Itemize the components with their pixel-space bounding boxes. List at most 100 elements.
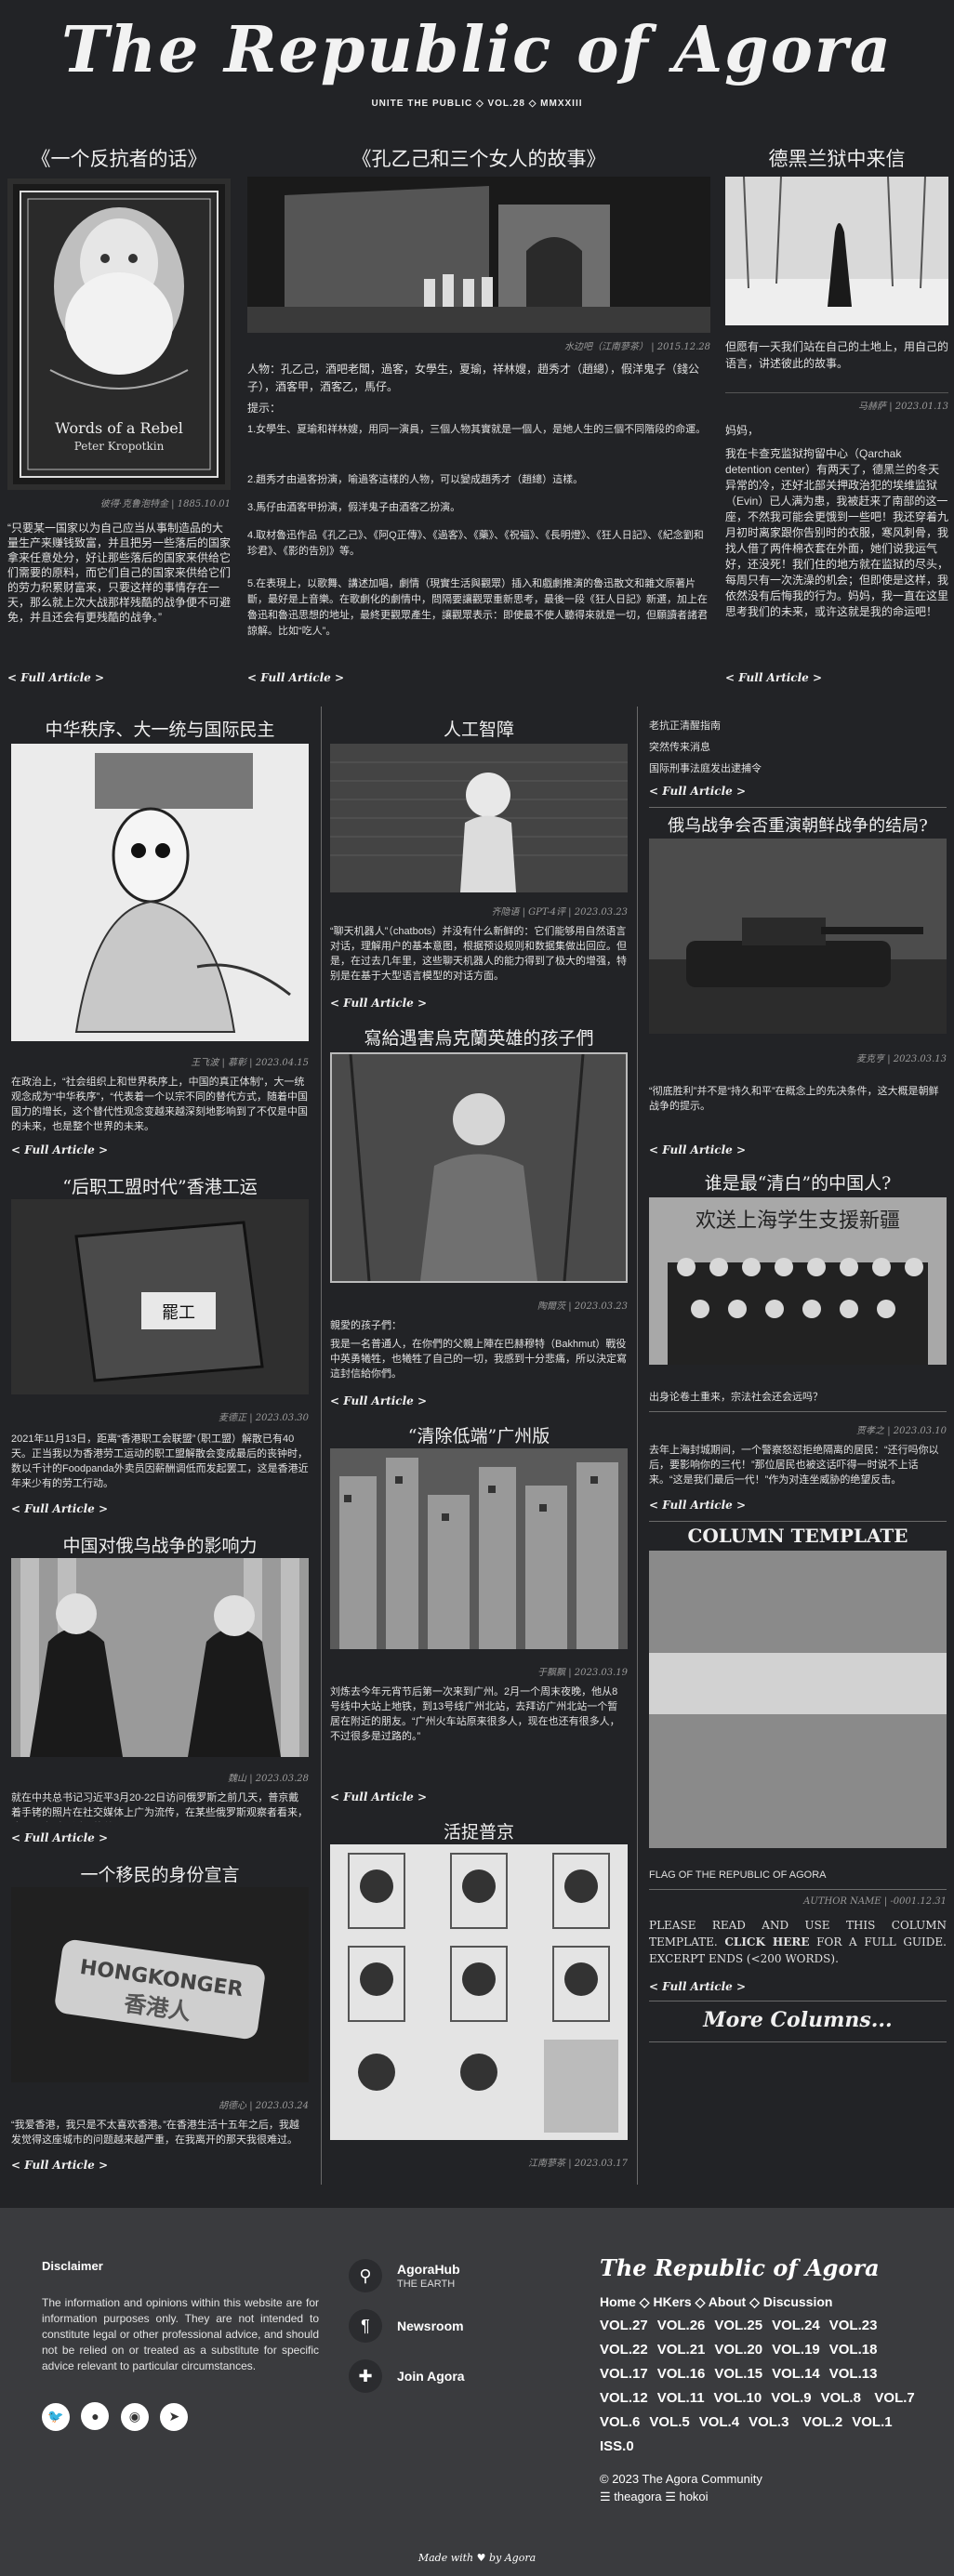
article-image-rebel[interactable]: Words of a Rebel Peter Kropotkin	[7, 178, 231, 490]
full-article-link[interactable]: < Full Article >	[11, 2159, 108, 2172]
puzzle-icon: ✚	[349, 2359, 382, 2393]
volume-link[interactable]: VOL.19	[772, 2338, 820, 2362]
nav-about[interactable]: About	[709, 2294, 746, 2309]
volume-link[interactable]: VOL.20	[714, 2338, 762, 2362]
more-columns-link[interactable]: More Columns...	[649, 2008, 947, 2032]
article-title[interactable]: 一个移民的身份宣言	[11, 1861, 309, 1886]
article-hint-label: 提示：	[247, 402, 282, 415]
nav-home[interactable]: Home	[600, 2294, 636, 2309]
copyright: © 2023 The Agora Community	[600, 2472, 762, 2486]
article-excerpt: “聊天机器人”（chatbots）并没有什么新鲜的：它们能够用自然语言对话，理解…	[330, 926, 627, 982]
telegram-icon[interactable]: ➤	[160, 2402, 189, 2431]
article-title[interactable]: 谁是最“清白”的中国人?	[649, 1169, 947, 1195]
divider	[649, 1521, 947, 1522]
volume-link[interactable]: VOL.18	[829, 2338, 878, 2362]
volume-link[interactable]: ISS.0	[600, 2435, 634, 2459]
article-image-badge[interactable]: HONGKONGER 香港人	[11, 1887, 309, 2082]
volume-link[interactable]: VOL.1	[852, 2411, 892, 2435]
article-image-city[interactable]	[330, 1448, 628, 1649]
volume-link[interactable]: VOL.24	[772, 2314, 820, 2338]
footer-link-agorahub[interactable]: ⚲ AgoraHub THE EARTH	[349, 2259, 572, 2292]
volume-link[interactable]: VOL.3	[749, 2411, 788, 2435]
volume-link[interactable]: VOL.12	[600, 2386, 648, 2411]
article-image-foodpanda[interactable]: 罷工	[11, 1199, 309, 1394]
full-article-link[interactable]: < Full Article >	[649, 785, 746, 798]
volume-link[interactable]: VOL.7	[874, 2386, 914, 2411]
article-title[interactable]: 《孔乙己和三个女人的故事》	[247, 144, 710, 172]
volume-link[interactable]: VOL.23	[829, 2314, 878, 2338]
full-article-link[interactable]: < Full Article >	[330, 1790, 427, 1803]
site-title[interactable]: The Republic of Agora	[0, 11, 954, 89]
volume-link[interactable]: VOL.11	[657, 2386, 705, 2411]
volume-link[interactable]: VOL.15	[714, 2362, 762, 2386]
volume-link[interactable]: VOL.2	[802, 2411, 842, 2435]
article-title[interactable]: 活捉普京	[330, 1818, 628, 1843]
volume-link[interactable]: VOL.10	[714, 2386, 762, 2411]
footer-handles[interactable]: ☰ theagora ☰ hokoi	[600, 2490, 934, 2504]
volume-link[interactable]: VOL.14	[772, 2362, 820, 2386]
article-image-soldier[interactable]	[330, 1052, 628, 1283]
template-guide-link[interactable]: CLICK HERE	[724, 1935, 809, 1949]
full-article-link[interactable]: < Full Article >	[725, 671, 822, 684]
full-article-link[interactable]: < Full Article >	[11, 1143, 108, 1156]
article-image-snow[interactable]	[725, 177, 948, 325]
full-article-link[interactable]: < Full Article >	[247, 671, 344, 684]
footer-link-label: AgoraHub	[397, 2262, 460, 2277]
disclaimer-block: Disclaimer The information and opinions …	[42, 2259, 319, 2431]
article-caption: 贾孝之 | 2023.03.10	[856, 1426, 947, 1436]
volume-link[interactable]: VOL.25	[714, 2314, 762, 2338]
article-title[interactable]: 寫給遇害烏克蘭英雄的孩子們	[330, 1024, 628, 1050]
article-image-group[interactable]: 欢送上海学生支援新疆	[649, 1197, 947, 1365]
volume-link[interactable]: VOL.22	[600, 2338, 648, 2362]
article-title[interactable]: 中华秩序、大一统与国际民主	[11, 716, 309, 741]
full-article-link[interactable]: < Full Article >	[11, 1831, 108, 1844]
article-title[interactable]: “清除低端”广州版	[330, 1422, 628, 1447]
quick-link[interactable]: 突然传来消息	[649, 737, 947, 759]
volume-link[interactable]: VOL.27	[600, 2314, 648, 2338]
volume-link[interactable]: VOL.8	[821, 2386, 861, 2411]
volume-link[interactable]: VOL.9	[771, 2386, 811, 2411]
article-image-stage[interactable]	[247, 177, 710, 333]
template-title[interactable]: COLUMN TEMPLATE	[649, 1525, 947, 1547]
full-article-link[interactable]: < Full Article >	[7, 671, 104, 684]
volume-link[interactable]: VOL.16	[657, 2362, 706, 2386]
full-article-link[interactable]: < Full Article >	[649, 1980, 746, 1993]
volume-link[interactable]: VOL.21	[657, 2338, 706, 2362]
article-image-tank[interactable]	[649, 839, 947, 1034]
full-article-link[interactable]: < Full Article >	[649, 1499, 746, 1512]
volume-link[interactable]: VOL.5	[649, 2411, 689, 2435]
volume-link[interactable]: VOL.4	[699, 2411, 739, 2435]
article-image-toast[interactable]	[11, 1558, 309, 1757]
article-title[interactable]: “后职工盟时代”香港工运	[11, 1173, 309, 1198]
full-article-link[interactable]: < Full Article >	[11, 1502, 108, 1515]
nav-discussion[interactable]: Discussion	[763, 2294, 833, 2309]
reddit-icon[interactable]: ◉	[120, 2402, 149, 2431]
article-image-robot[interactable]	[330, 744, 628, 892]
twitter-icon[interactable]: 🐦	[42, 2402, 70, 2431]
footer-link-join[interactable]: ✚ Join Agora	[349, 2359, 572, 2393]
disclaimer-text: The information and opinions within this…	[42, 2296, 319, 2372]
nav-hkers[interactable]: HKers	[653, 2294, 691, 2309]
full-article-link[interactable]: < Full Article >	[330, 997, 427, 1010]
volume-link[interactable]: VOL.26	[657, 2314, 706, 2338]
volume-link[interactable]: VOL.17	[600, 2362, 648, 2386]
full-article-link[interactable]: < Full Article >	[330, 1394, 427, 1407]
article-title[interactable]: 《一个反抗者的话》	[7, 144, 231, 172]
full-article-link[interactable]: < Full Article >	[649, 1143, 746, 1156]
article-title[interactable]: 人工智障	[330, 716, 628, 741]
article-title[interactable]: 俄乌战争会否重演朝鲜战争的结局?	[649, 812, 947, 837]
article-image-emperor[interactable]	[11, 744, 309, 1041]
footer-link-newsroom[interactable]: ¶ Newsroom	[349, 2309, 572, 2343]
github-icon[interactable]: ●	[81, 2402, 110, 2430]
article-excerpt: 就在中共总书记习近平3月20-22日访问俄罗斯之前几天，普京戴着手铐的照片在社交…	[11, 1792, 308, 1818]
article-image-putin-grid[interactable]	[330, 1844, 628, 2140]
article-title[interactable]: 德黑兰狱中来信	[725, 144, 948, 172]
nav-separator: ◇	[695, 2294, 706, 2309]
quick-link[interactable]: 老抗正清醒指南	[649, 716, 947, 737]
footer-brand[interactable]: The Republic of Agora	[600, 2254, 934, 2281]
article-title[interactable]: 中国对俄乌战争的影响力	[11, 1532, 309, 1557]
quick-link[interactable]: 国际刑事法庭发出逮捕令	[649, 759, 947, 780]
article-excerpt: 刘炼去今年元宵节后第一次来到广州。2月一个周末夜晚，他从8号线中大站上地铁，到1…	[330, 1686, 620, 1742]
volume-link[interactable]: VOL.6	[600, 2411, 640, 2435]
volume-link[interactable]: VOL.13	[829, 2362, 878, 2386]
